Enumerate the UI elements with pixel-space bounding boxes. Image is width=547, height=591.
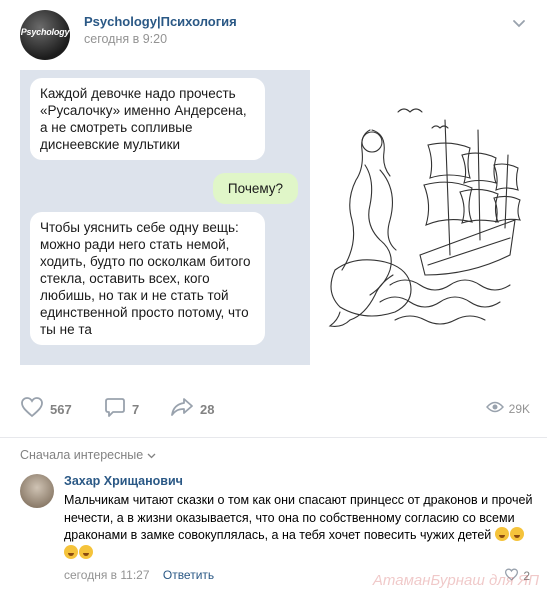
comments-sort-label: Сначала интересные	[20, 448, 144, 462]
share-count: 28	[200, 401, 215, 417]
commenter-avatar[interactable]	[20, 474, 54, 508]
rofl-emoji-icon	[79, 544, 93, 559]
laughing-emoji-icon	[494, 527, 509, 541]
chat-screenshot: Каждой девочке надо прочесть «Русалочку»…	[20, 70, 310, 365]
comment: Захар Хрищанович Мальчикам читают сказки…	[20, 474, 532, 584]
eye-icon	[485, 401, 504, 416]
comment-button[interactable]: 7	[104, 395, 139, 423]
post-actions: 567 7 28 29K	[20, 395, 530, 423]
reply-button[interactable]: Ответить	[163, 568, 214, 582]
post-image[interactable]: Каждой девочке надо прочесть «Русалочку»…	[20, 70, 530, 365]
comment-author[interactable]: Захар Хрищанович	[64, 474, 183, 488]
comment-meta: сегодня в 11:27 Ответить	[64, 568, 214, 582]
chevron-down-icon[interactable]	[512, 16, 526, 28]
chevron-down-icon	[143, 448, 156, 462]
rofl-emoji-icon	[64, 544, 78, 559]
comment-time[interactable]: сегодня в 11:27	[64, 568, 150, 582]
comment-text: Мальчикам читают сказки о том как они сп…	[64, 492, 534, 562]
comments-sort-dropdown[interactable]: Сначала интересные	[20, 448, 156, 462]
chat-message-outgoing: Почему?	[213, 173, 298, 204]
divider	[0, 437, 547, 438]
like-count: 567	[50, 401, 72, 417]
community-name[interactable]: Psychology|Психология	[84, 14, 237, 29]
rofl-emoji-icon	[509, 527, 524, 541]
watermark: АтаманБурнаш для ЯП	[372, 572, 539, 589]
comment-text-body: Мальчикам читают сказки о том как они сп…	[64, 493, 533, 542]
share-icon	[170, 396, 194, 423]
chat-message-incoming: Чтобы уяснить себе одну вещь: можно ради…	[30, 212, 265, 345]
share-button[interactable]: 28	[170, 395, 214, 423]
post-time[interactable]: сегодня в 9:20	[84, 32, 167, 46]
avatar-logo-text: Psychology	[20, 27, 70, 37]
post-header: Psychology Psychology|Психология сегодня…	[20, 10, 530, 60]
mermaid-ship-illustration	[310, 70, 530, 365]
comment-icon	[104, 396, 126, 423]
like-button[interactable]: 567	[20, 395, 72, 423]
comment-count: 7	[132, 401, 140, 417]
view-count: 29K	[508, 401, 530, 416]
chat-message-incoming: Каждой девочке надо прочесть «Русалочку»…	[30, 78, 265, 160]
community-avatar[interactable]: Psychology	[20, 10, 70, 60]
heart-icon	[20, 396, 44, 423]
view-count-display: 29K	[485, 401, 530, 416]
